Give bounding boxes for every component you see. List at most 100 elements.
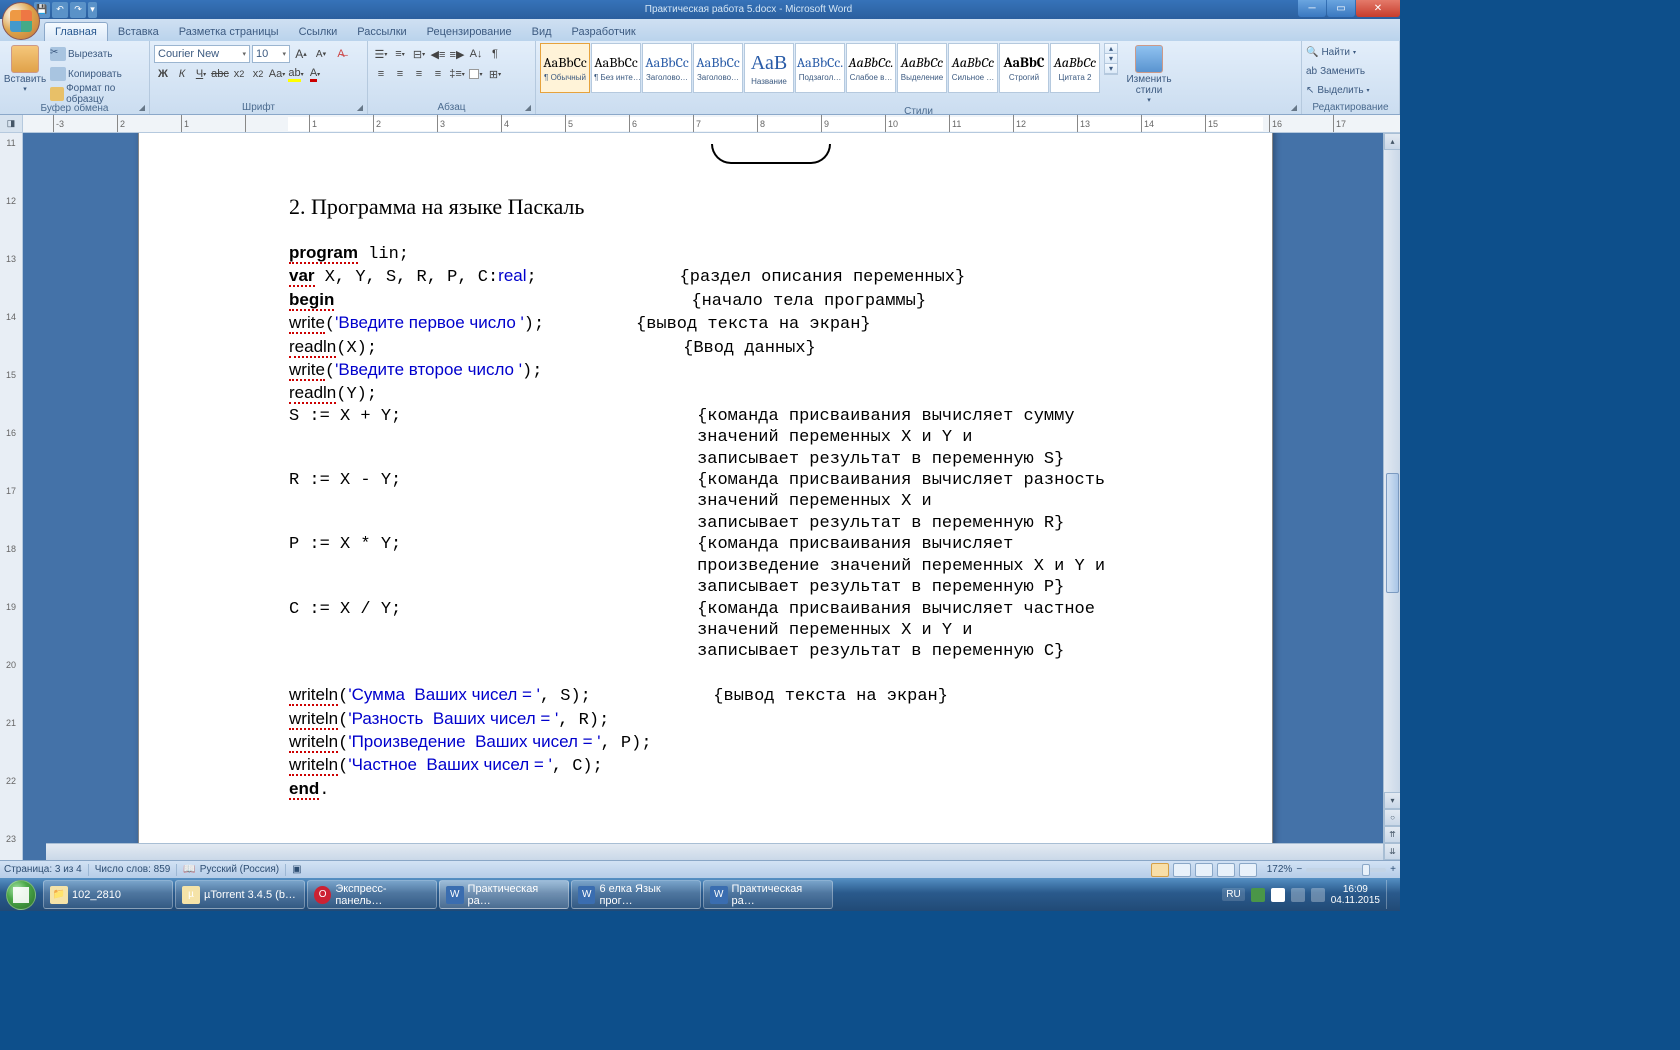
window-close-button[interactable]: ✕ [1356,0,1400,17]
style-card[interactable]: AaBbCc¶ Без инте… [591,43,641,93]
bold-button[interactable]: Ж [154,65,172,83]
fullscreen-view-button[interactable] [1173,863,1191,877]
ruler-horizontal[interactable]: ◨ -3211234567891011121314151617 [0,115,1400,133]
dialog-launcher-icon[interactable]: ◢ [355,102,365,112]
scroll-thumb[interactable] [1386,473,1399,593]
input-language[interactable]: RU [1222,888,1244,901]
ribbon-tab[interactable]: Разметка страницы [169,23,289,41]
ribbon-tab[interactable]: Главная [44,22,108,41]
ribbon-tab[interactable]: Вставка [108,23,169,41]
language-indicator[interactable]: Русский (Россия) [200,864,279,875]
horizontal-scrollbar[interactable] [46,843,1383,860]
replace-button[interactable]: abЗаменить [1306,62,1370,80]
grow-font-button[interactable]: A▴ [292,45,310,63]
decrease-indent-button[interactable]: ◀≡ [429,45,447,63]
align-right-button[interactable]: ≡ [410,65,428,83]
office-button[interactable] [2,2,40,40]
draft-view-button[interactable] [1239,863,1257,877]
scroll-up-button[interactable]: ▴ [1384,133,1400,150]
align-left-button[interactable]: ≡ [372,65,390,83]
start-button[interactable] [0,878,42,911]
style-card[interactable]: AaBbCcЗаголово… [642,43,692,93]
outline-view-button[interactable] [1217,863,1235,877]
subscript-button[interactable]: x2 [230,65,248,83]
style-card[interactable]: AaBbCcСильное … [948,43,998,93]
select-button[interactable]: ↖Выделить▾ [1306,81,1370,99]
find-button[interactable]: 🔍Найти▾ [1306,43,1370,61]
scroll-down-button[interactable]: ▾ [1384,792,1400,809]
justify-button[interactable]: ≡ [429,65,447,83]
print-layout-view-button[interactable] [1151,863,1169,877]
copy-button[interactable]: Копировать [50,65,145,83]
taskbar-item[interactable]: OЭкспресс-панель… [307,880,437,909]
italic-button[interactable]: К [173,65,191,83]
ruler-corner-button[interactable]: ◨ [0,115,23,132]
taskbar-item[interactable]: µµTorrent 3.4.5 (b… [175,880,305,909]
paste-button[interactable]: Вставить ▾ [4,43,46,95]
shrink-font-button[interactable]: A▾ [312,45,330,63]
tray-utorrent-icon[interactable] [1251,888,1265,902]
proofing-icon[interactable]: 📖 [183,864,195,875]
style-card[interactable]: AaBbCcЗаголово… [693,43,743,93]
style-card[interactable]: AaBbCc.Подзагол… [795,43,845,93]
style-card[interactable]: AaBbCСтрогий [999,43,1049,93]
window-minimize-button[interactable]: ─ [1298,0,1326,17]
underline-button[interactable]: Ч▾ [192,65,210,83]
browse-object-button[interactable]: ○ [1384,809,1400,826]
line-spacing-button[interactable]: ‡≡▾ [448,65,466,83]
gallery-scroll[interactable]: ▴ ▾ ▾ [1104,43,1118,75]
dialog-launcher-icon[interactable]: ◢ [1289,102,1299,112]
taskbar-item[interactable]: WПрактическая ра… [439,880,569,909]
strikethrough-button[interactable]: abc [211,65,229,83]
sort-button[interactable]: A↓ [467,45,485,63]
gallery-up-icon[interactable]: ▴ [1105,44,1117,54]
macro-record-icon[interactable]: ▣ [292,864,301,875]
zoom-level[interactable]: 172% [1267,864,1293,875]
multilevel-button[interactable]: ⊟▾ [410,45,428,63]
gallery-down-icon[interactable]: ▾ [1105,54,1117,64]
font-family-combo[interactable]: Courier New▾ [154,45,250,63]
show-marks-button[interactable]: ¶ [486,45,504,63]
taskbar-item[interactable]: WПрактическая ра… [703,880,833,909]
qat-redo-icon[interactable]: ↷ [70,2,86,18]
style-card[interactable]: АаВНазвание [744,43,794,93]
cut-button[interactable]: ✂Вырезать [50,45,145,63]
prev-page-button[interactable]: ⇈ [1384,826,1400,843]
ribbon-tab[interactable]: Ссылки [289,23,348,41]
increase-indent-button[interactable]: ≡▶ [448,45,466,63]
change-styles-button[interactable]: Изменить стили ▾ [1122,43,1176,106]
style-card[interactable]: AaBbCcЦитата 2 [1050,43,1100,93]
style-card[interactable]: AaBbCc¶ Обычный [540,43,590,93]
web-view-button[interactable] [1195,863,1213,877]
qat-dropdown-icon[interactable]: ▾ [88,2,97,18]
clear-format-button[interactable]: A̶ [332,45,350,63]
ribbon-tab[interactable]: Рассылки [347,23,416,41]
format-painter-button[interactable]: Формат по образцу [50,85,145,103]
next-page-button[interactable]: ⇊ [1384,843,1400,860]
page-indicator[interactable]: Страница: 3 из 4 [4,864,82,875]
show-desktop-button[interactable] [1386,880,1394,909]
bullets-button[interactable]: ☰▾ [372,45,390,63]
highlight-button[interactable]: ab▾ [287,65,305,83]
ribbon-tab[interactable]: Вид [522,23,562,41]
ruler-vertical[interactable]: 11121314151617181920212223 [0,133,23,860]
tray-network-icon[interactable] [1291,888,1305,902]
change-case-button[interactable]: Aa▾ [268,65,286,83]
zoom-out-button[interactable]: − [1296,864,1302,875]
superscript-button[interactable]: x2 [249,65,267,83]
ribbon-tab[interactable]: Разработчик [562,23,646,41]
document-page[interactable]: 2. Программа на языке Паскаль program li… [138,133,1273,860]
zoom-slider-knob[interactable] [1362,864,1370,876]
shading-button[interactable]: ▾ [467,65,485,83]
align-center-button[interactable]: ≡ [391,65,409,83]
numbering-button[interactable]: ≡▾ [391,45,409,63]
tray-flag-icon[interactable] [1271,888,1285,902]
taskbar-item[interactable]: 📁102_2810 [43,880,173,909]
zoom-in-button[interactable]: + [1390,864,1396,875]
style-card[interactable]: AaBbCcВыделение [897,43,947,93]
borders-button[interactable]: ⊞▾ [486,65,504,83]
style-card[interactable]: AaBbCc.Слабое в… [846,43,896,93]
vertical-scrollbar[interactable]: ▴ ▾ ○ ⇈ ⇊ [1383,133,1400,860]
ribbon-tab[interactable]: Рецензирование [417,23,522,41]
window-maximize-button[interactable]: ▭ [1327,0,1355,17]
